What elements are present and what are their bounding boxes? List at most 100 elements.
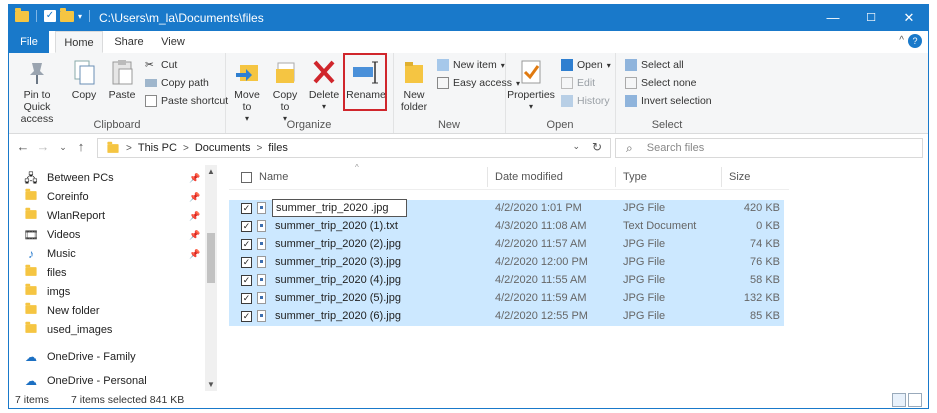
move-to-button[interactable]: Move to ▾ <box>229 57 265 125</box>
file-row[interactable]: ✓ summer_trip_2020 (4).jpg 4/2/2020 11:5… <box>229 272 784 290</box>
file-name: summer_trip_2020 (1).txt <box>275 220 398 232</box>
nav-item-new-folder[interactable]: New folder <box>23 302 100 321</box>
back-arrow-icon[interactable]: ← <box>15 138 31 156</box>
properties-icon[interactable]: ✓ <box>44 10 56 22</box>
properties-button[interactable]: Properties ▾ <box>507 57 555 113</box>
recent-locations-chevron-icon[interactable]: ⌄ <box>55 138 71 156</box>
pin-to-quick-access-button[interactable]: Pin to Quick access <box>11 57 63 125</box>
nav-item-videos[interactable]: 🎞 Videos <box>23 226 80 245</box>
file-row[interactable]: ✓ summer_trip_2020 (2).jpg 4/2/2020 11:5… <box>229 236 784 254</box>
tab-file[interactable]: File <box>9 31 49 53</box>
column-name[interactable]: Name <box>259 171 288 183</box>
row-checkbox[interactable]: ✓ <box>241 311 252 322</box>
row-checkbox[interactable]: ✓ <box>241 293 252 304</box>
new-folder-icon <box>399 57 429 87</box>
new-folder-button[interactable]: New folder <box>397 57 431 113</box>
forward-arrow-icon[interactable]: → <box>35 138 51 156</box>
pin-icon[interactable]: 📌 <box>189 249 200 260</box>
column-divider[interactable] <box>487 167 488 187</box>
refresh-icon[interactable]: ↻ <box>592 140 602 154</box>
video-folder-icon: 🎞 <box>23 228 39 242</box>
row-checkbox[interactable]: ✓ <box>241 203 252 214</box>
paste-shortcut-button[interactable]: Paste shortcut <box>145 95 228 107</box>
nav-item-label: Coreinfo <box>47 191 89 203</box>
file-date: 4/3/2020 11:08 AM <box>495 220 587 232</box>
new-item-button[interactable]: New item ▾ <box>437 59 505 71</box>
maximize-button[interactable]: ☐ <box>852 5 890 31</box>
nav-item-between-pcs[interactable]: 🖧 Between PCs <box>23 169 113 188</box>
breadcrumb-documents[interactable]: Documents <box>195 142 251 154</box>
file-row[interactable]: ✓ summer_trip_2020 (3).jpg 4/2/2020 12:0… <box>229 254 784 272</box>
pin-icon[interactable]: 📌 <box>189 192 200 203</box>
file-row[interactable]: ✓ summer_trip_2020 .jpg 4/2/2020 1:01 PM… <box>229 199 784 218</box>
delete-button[interactable]: Delete ▾ <box>305 57 343 113</box>
chevron-down-icon[interactable]: ⌄ <box>572 141 580 152</box>
select-all-checkbox[interactable] <box>241 172 252 183</box>
nav-item-imgs[interactable]: imgs <box>23 283 70 302</box>
nav-item-onedrive-family[interactable]: ☁ OneDrive - Family <box>23 348 136 367</box>
address-bar[interactable]: > This PC > Documents > files ⌄ ↻ <box>97 138 611 158</box>
row-checkbox[interactable]: ✓ <box>241 275 252 286</box>
details-view-icon[interactable] <box>892 393 906 407</box>
cut-button[interactable]: ✂ Cut <box>145 59 177 71</box>
column-size[interactable]: Size <box>729 171 750 183</box>
select-group: Select all Select none Invert selection … <box>615 53 719 133</box>
row-checkbox[interactable]: ✓ <box>241 221 252 232</box>
large-icons-view-icon[interactable] <box>908 393 922 407</box>
nav-item-files[interactable]: files <box>23 264 67 283</box>
pin-icon[interactable]: 📌 <box>189 211 200 222</box>
nav-item-music[interactable]: ♪ Music <box>23 245 76 264</box>
pin-icon[interactable]: 📌 <box>189 230 200 241</box>
file-type: JPG File <box>623 256 666 268</box>
select-all-button[interactable]: Select all <box>625 59 684 71</box>
help-icon[interactable]: ? <box>908 34 922 48</box>
edit-button[interactable]: Edit <box>561 77 595 89</box>
nav-item-coreinfo[interactable]: Coreinfo <box>23 188 89 207</box>
nav-item-onedrive-personal[interactable]: ☁ OneDrive - Personal <box>23 372 147 391</box>
nav-item-used-images[interactable]: used_images <box>23 321 112 340</box>
search-input[interactable]: ⌕ Search files <box>615 138 923 158</box>
nav-pane-scrollbar[interactable]: ▲ ▼ <box>205 165 217 391</box>
breadcrumb-files[interactable]: files <box>268 142 288 154</box>
minimize-button[interactable]: — <box>814 5 852 31</box>
column-divider[interactable] <box>721 167 722 187</box>
file-row[interactable]: ✓ summer_trip_2020 (6).jpg 4/2/2020 12:5… <box>229 308 784 326</box>
scroll-up-icon[interactable]: ▲ <box>205 167 217 176</box>
copy-to-button[interactable]: Copy to ▾ <box>267 57 303 125</box>
column-date-modified[interactable]: Date modified <box>495 171 563 183</box>
paste-button[interactable]: Paste <box>105 57 139 101</box>
column-divider[interactable] <box>615 167 616 187</box>
select-none-button[interactable]: Select none <box>625 77 696 89</box>
nav-item-wlanreport[interactable]: WlanReport <box>23 207 105 226</box>
rename-input[interactable]: summer_trip_2020 .jpg <box>272 199 407 217</box>
folder-icon <box>25 207 37 219</box>
scrollbar-thumb[interactable] <box>207 233 215 283</box>
search-placeholder: Search files <box>646 142 705 154</box>
title-bar: ✓ ▾ C:\Users\m_la\Documents\files — ☐ ✕ <box>9 5 928 31</box>
up-arrow-icon[interactable]: ↑ <box>73 138 89 156</box>
scroll-down-icon[interactable]: ▼ <box>205 380 217 389</box>
row-checkbox[interactable]: ✓ <box>241 239 252 250</box>
tab-home[interactable]: Home <box>55 31 103 53</box>
file-row[interactable]: ✓ summer_trip_2020 (1).txt 4/3/2020 11:0… <box>229 218 784 236</box>
image-file-icon <box>257 292 266 304</box>
tab-view[interactable]: View <box>155 31 191 53</box>
pin-icon[interactable]: 📌 <box>189 173 200 184</box>
open-button[interactable]: Open ▾ <box>561 59 611 71</box>
copy-button[interactable]: Copy <box>67 57 101 101</box>
breadcrumb-separator: > <box>256 142 263 154</box>
copy-path-button[interactable]: Copy path <box>145 77 209 89</box>
chevron-up-icon[interactable]: ^ <box>899 35 904 46</box>
row-checkbox[interactable]: ✓ <box>241 257 252 268</box>
close-button[interactable]: ✕ <box>890 5 928 31</box>
move-to-icon <box>232 57 262 87</box>
column-type[interactable]: Type <box>623 171 647 183</box>
file-name: summer_trip_2020 (5).jpg <box>275 292 401 304</box>
invert-selection-button[interactable]: Invert selection <box>625 95 712 107</box>
new-folder-icon[interactable] <box>60 7 74 22</box>
history-button[interactable]: History <box>561 95 610 107</box>
customize-toolbar-icon[interactable]: ▾ <box>78 12 82 21</box>
breadcrumb-this-pc[interactable]: This PC <box>138 142 177 154</box>
tab-share[interactable]: Share <box>109 31 149 53</box>
file-row[interactable]: ✓ summer_trip_2020 (5).jpg 4/2/2020 11:5… <box>229 290 784 308</box>
